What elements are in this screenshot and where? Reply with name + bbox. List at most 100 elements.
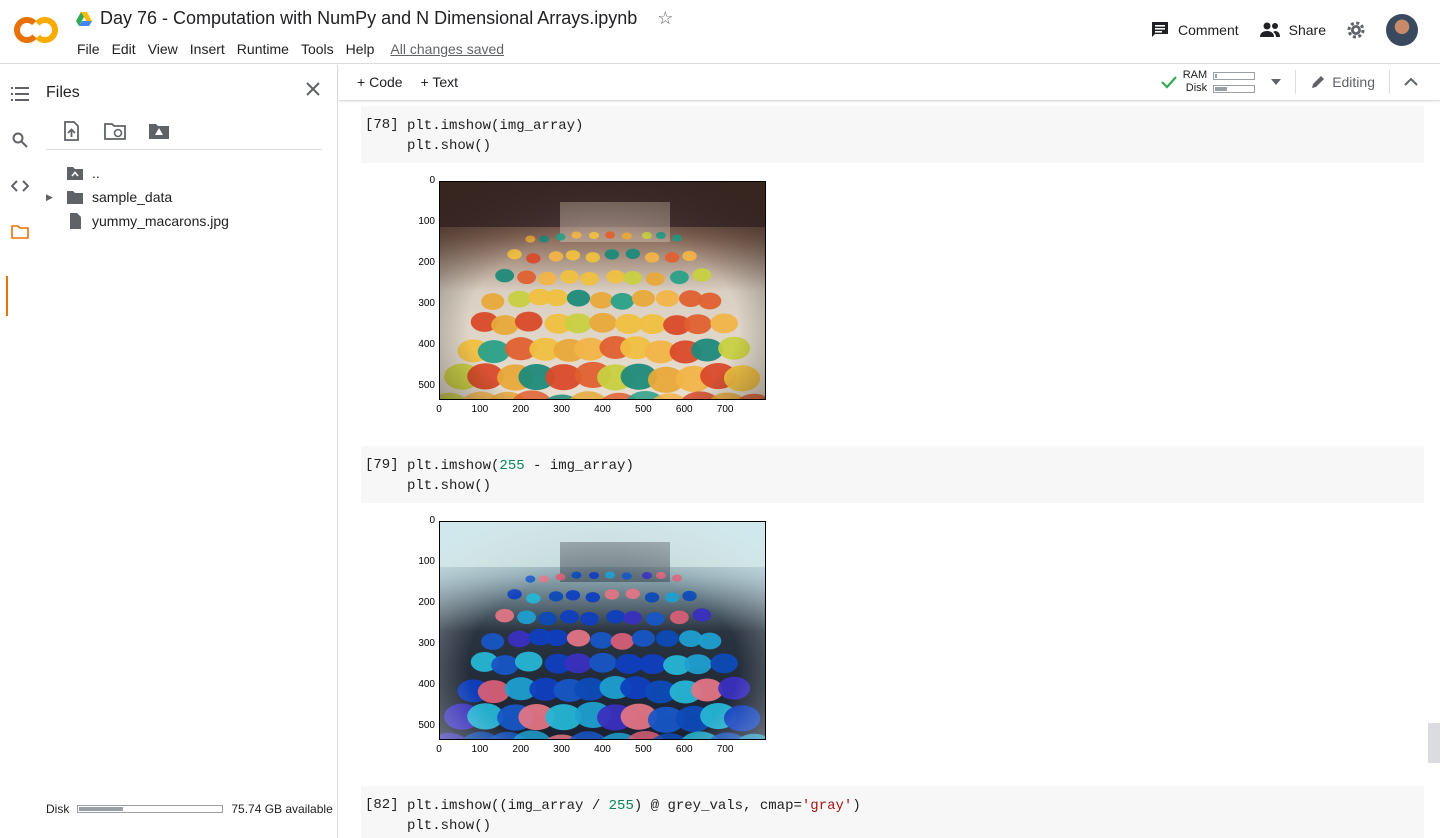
y-tick-label: 0 — [429, 175, 435, 186]
refresh-folder-icon[interactable] — [104, 120, 126, 142]
star-icon[interactable]: ☆ — [657, 8, 673, 29]
y-tick-label: 0 — [429, 515, 435, 526]
y-tick-label: 300 — [418, 638, 435, 650]
parent-folder-icon — [67, 167, 83, 180]
notebook-area: [78] plt.imshow(img_array) plt.show() 0 … — [339, 101, 1440, 838]
y-tick-label: 400 — [418, 339, 435, 351]
ram-usage-bar — [1213, 71, 1256, 80]
code-cell[interactable]: [78] plt.imshow(img_array) plt.show() — [361, 106, 1424, 163]
cell-prompt: [82] — [365, 797, 399, 813]
x-tick-label: 600 — [675, 744, 693, 755]
cell-code[interactable]: plt.imshow(255 - img_array) plt.show() — [407, 457, 634, 496]
menu-view[interactable]: View — [142, 39, 184, 59]
x-tick-label: 500 — [635, 744, 652, 755]
settings-gear-icon[interactable] — [1346, 20, 1366, 40]
files-panel-title: Files — [46, 84, 80, 101]
macarons-image — [439, 181, 766, 400]
y-tick-label: 300 — [418, 298, 435, 310]
code-line: plt.imshow((img_array / 255) @ grey_vals… — [407, 798, 861, 814]
file-name: .. — [92, 165, 100, 181]
comment-icon — [1151, 22, 1168, 37]
divider — [1389, 70, 1390, 94]
ram-label: RAM — [1182, 69, 1208, 81]
files-panel: Files .. ▶ sample_data yummy_macarons.jp… — [40, 65, 338, 838]
file-tree: .. ▶ sample_data yummy_macarons.jpg — [46, 161, 229, 233]
y-tick-label: 100 — [418, 216, 435, 227]
chevron-down-icon[interactable] — [1271, 79, 1282, 85]
plot-output: 0 100 200 300 400 500 0 100 200 300 400 500 600 700 — [409, 175, 809, 417]
add-code-label: Code — [369, 74, 403, 90]
top-bar: Day 76 - Computation with NumPy and N Di… — [0, 0, 1440, 64]
save-status[interactable]: All changes saved — [384, 39, 510, 59]
disk-usage-bar — [77, 805, 224, 813]
x-tick-label: 300 — [553, 404, 570, 415]
cell-code[interactable]: plt.imshow((img_array / 255) @ grey_vals… — [407, 797, 861, 836]
x-tick-label: 700 — [716, 744, 734, 755]
disk-usage: Disk 75.74 GB available — [46, 802, 333, 816]
google-drive-icon — [76, 11, 92, 26]
notebook-toolbar: + Code + Text RAM Disk Editing — [339, 65, 1440, 101]
x-tick-label: 0 — [436, 404, 442, 415]
code-cell[interactable]: [82] plt.imshow((img_array / 255) @ grey… — [361, 786, 1424, 838]
list-item[interactable]: ▶ sample_data — [46, 185, 229, 209]
y-tick-label: 400 — [418, 679, 435, 691]
folder-icon[interactable] — [10, 222, 30, 242]
cell-code[interactable]: plt.imshow(img_array) plt.show() — [407, 117, 583, 156]
code-line: plt.imshow(255 - img_array) — [407, 458, 634, 474]
comment-button[interactable]: Comment — [1150, 20, 1239, 40]
cell-prompt: [78] — [365, 117, 399, 133]
add-text-cell-button[interactable]: + Text — [421, 74, 459, 90]
x-tick-label: 500 — [635, 404, 652, 415]
menu-insert[interactable]: Insert — [184, 39, 231, 59]
x-tick-label: 0 — [436, 744, 442, 755]
divider — [1295, 70, 1297, 94]
folder-icon — [67, 191, 83, 204]
colab-logo[interactable] — [14, 14, 58, 46]
close-icon[interactable] — [303, 79, 323, 99]
upload-file-icon[interactable] — [60, 120, 82, 142]
disk-label: Disk — [46, 802, 70, 816]
add-text-label: Text — [432, 74, 459, 90]
share-button[interactable]: Share — [1259, 21, 1326, 39]
comment-label: Comment — [1177, 22, 1239, 38]
menu-edit[interactable]: Edit — [106, 39, 142, 59]
people-icon — [1259, 22, 1280, 37]
notebook-title[interactable]: Day 76 - Computation with NumPy and N Di… — [100, 8, 637, 29]
disk-label: Disk — [1185, 82, 1208, 94]
add-code-cell-button[interactable]: + Code — [357, 74, 403, 90]
y-tick-label: 100 — [418, 556, 435, 567]
check-icon — [1160, 76, 1177, 89]
code-cell[interactable]: [79] plt.imshow(255 - img_array) plt.sho… — [361, 446, 1424, 503]
sidebar-rail — [0, 65, 40, 838]
inverted-macarons-image — [439, 521, 766, 740]
y-tick-label: 200 — [418, 257, 435, 269]
menu-tools[interactable]: Tools — [295, 39, 340, 59]
cell-prompt: [79] — [365, 457, 399, 473]
code-line: plt.show() — [407, 137, 492, 154]
expand-caret-icon[interactable]: ▶ — [46, 192, 58, 203]
disk-available: 75.74 GB available — [231, 802, 333, 816]
resource-monitor[interactable]: RAM Disk — [1160, 69, 1282, 95]
editing-label: Editing — [1332, 74, 1375, 90]
mount-drive-icon[interactable] — [148, 120, 170, 142]
user-avatar[interactable] — [1386, 14, 1418, 46]
x-tick-label: 600 — [675, 404, 693, 415]
x-tick-label: 400 — [594, 744, 611, 755]
y-tick-label: 500 — [418, 720, 435, 732]
menu-runtime[interactable]: Runtime — [231, 39, 295, 59]
table-of-contents-icon[interactable] — [10, 84, 30, 104]
search-icon[interactable] — [10, 130, 30, 150]
list-item[interactable]: .. — [46, 161, 229, 185]
menu-file[interactable]: File — [71, 39, 106, 59]
chevron-up-icon[interactable] — [1404, 77, 1418, 87]
editing-mode-button[interactable]: Editing — [1310, 74, 1375, 90]
x-tick-label: 100 — [471, 744, 489, 755]
file-tools — [60, 120, 170, 142]
code-snippets-icon[interactable] — [10, 176, 30, 196]
plot-output: 0 100 200 300 400 500 0 100 200 300 400 500 600 700 — [409, 515, 809, 757]
scrollbar[interactable] — [1428, 723, 1440, 763]
list-item[interactable]: yummy_macarons.jpg — [46, 209, 229, 233]
x-tick-label: 200 — [512, 744, 530, 755]
menu-help[interactable]: Help — [340, 39, 381, 59]
pencil-icon — [1312, 76, 1325, 88]
